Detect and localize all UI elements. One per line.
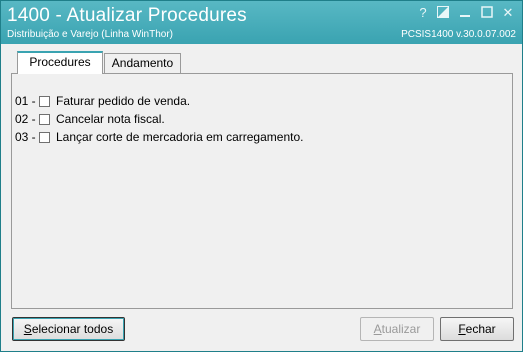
title-bar[interactable]: 1400 - Atualizar Procedures Distribuição… — [1, 1, 522, 44]
procedure-number: 01 - — [15, 94, 36, 108]
window-subtitle: Distribuição e Varejo (Linha WinThor) — [7, 29, 173, 40]
restore-icon — [437, 6, 449, 18]
select-all-label: elecionar todos — [31, 322, 114, 336]
update-button[interactable]: Atualizar — [360, 317, 434, 341]
procedure-number: 03 - — [15, 130, 36, 144]
tab-procedures[interactable]: Procedures — [17, 51, 103, 74]
close-button[interactable]: Fechar — [440, 317, 514, 341]
procedure-number: 02 - — [15, 112, 36, 126]
procedure-checkbox[interactable] — [39, 95, 50, 107]
procedure-checkbox[interactable] — [39, 131, 50, 143]
procedure-label: Faturar pedido de venda. — [56, 94, 191, 108]
close-mnemonic: F — [458, 322, 466, 336]
procedure-item-03[interactable]: 03 - Lançar corte de mercadoria em carre… — [15, 129, 303, 145]
tab-andamento[interactable]: Andamento — [104, 53, 181, 73]
procedure-label: Cancelar nota fiscal. — [56, 112, 165, 126]
select-all-button[interactable]: Selecionar todos — [12, 317, 125, 341]
procedure-label: Lançar corte de mercadoria em carregamen… — [56, 130, 304, 144]
version-label: PCSIS1400 v.30.0.07.002 — [401, 29, 516, 40]
restore-button[interactable] — [435, 5, 451, 21]
help-button[interactable]: ? — [415, 5, 431, 21]
select-all-mnemonic: S — [23, 322, 32, 336]
update-label: tualizar — [381, 322, 421, 336]
update-mnemonic: A — [373, 322, 382, 336]
minimize-icon — [460, 15, 470, 17]
maximize-button[interactable] — [479, 5, 495, 21]
window-title: 1400 - Atualizar Procedures — [7, 5, 247, 26]
procedures-panel: 01 - Faturar pedido de venda. 02 - Cance… — [11, 73, 513, 309]
procedure-item-02[interactable]: 02 - Cancelar nota fiscal. — [15, 111, 165, 127]
minimize-button[interactable] — [457, 5, 473, 21]
maximize-icon — [481, 6, 493, 18]
help-icon: ? — [419, 5, 427, 20]
procedure-item-01[interactable]: 01 - Faturar pedido de venda. — [15, 93, 190, 109]
close-icon: ✕ — [502, 5, 514, 20]
close-window-button[interactable]: ✕ — [500, 5, 516, 21]
procedure-checkbox[interactable] — [39, 113, 50, 125]
app-window: 1400 - Atualizar Procedures Distribuição… — [0, 0, 523, 352]
close-label: echar — [465, 322, 496, 336]
